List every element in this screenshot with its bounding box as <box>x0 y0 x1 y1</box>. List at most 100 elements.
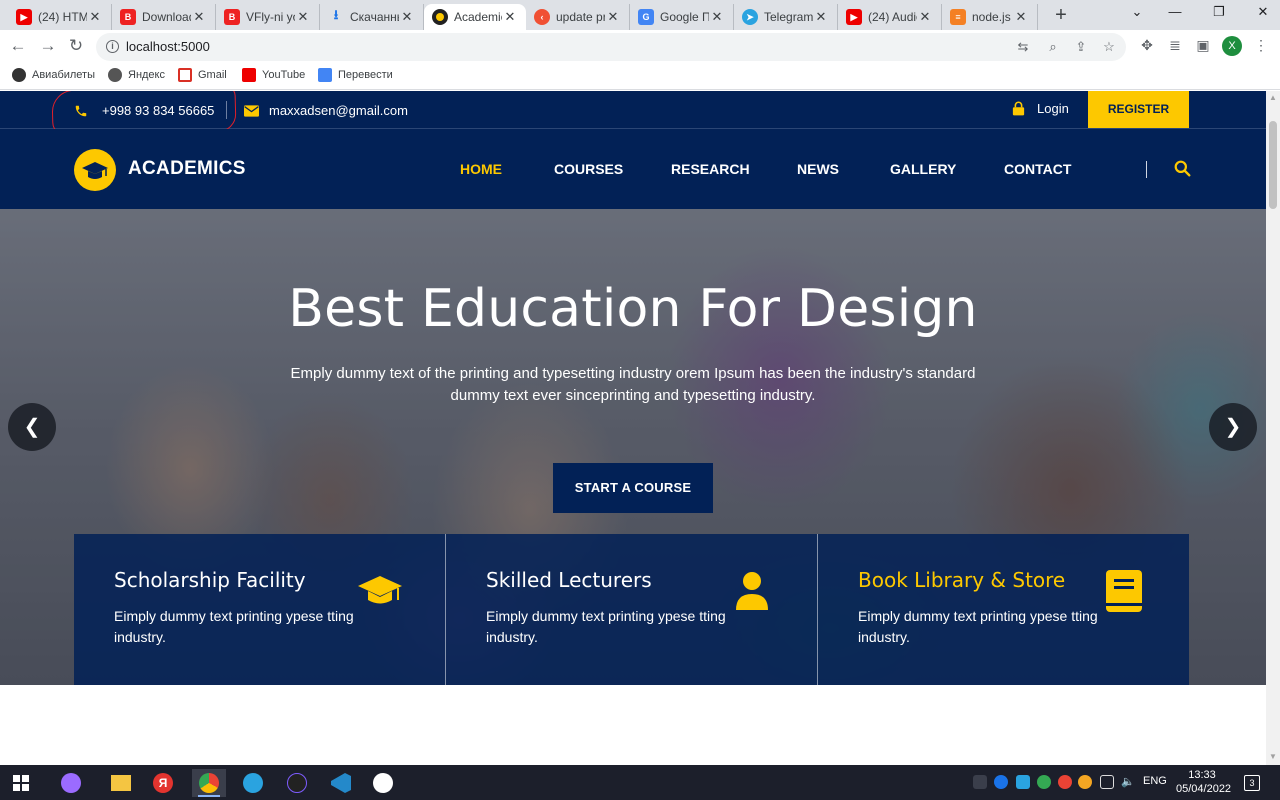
minimize-button[interactable]: — <box>1160 4 1190 24</box>
start-course-button[interactable]: START A COURSE <box>553 463 713 513</box>
clock[interactable]: 13:33 05/04/2022 <box>1176 768 1231 796</box>
browser-tab[interactable]: ⭳ Скачанные ✕ <box>320 4 424 30</box>
browser-tab[interactable]: ▶ (24) Audio ✕ <box>838 4 942 30</box>
logo-graduation-cap-icon[interactable] <box>74 149 116 191</box>
bookmark-label: Gmail <box>198 69 227 81</box>
side-panel-icon[interactable]: ▣ <box>1194 36 1212 54</box>
close-window-button[interactable]: ✕ <box>1248 4 1278 24</box>
vscode-icon[interactable] <box>324 769 358 797</box>
nav-courses[interactable]: COURSES <box>554 161 623 177</box>
browser-tab[interactable]: ≡ node.js - ✕ <box>942 4 1038 30</box>
restore-button[interactable]: ❐ <box>1204 4 1234 24</box>
bookmark-star-icon[interactable]: ☆ <box>1100 38 1118 56</box>
file-explorer-icon[interactable] <box>104 769 138 797</box>
close-icon[interactable]: ✕ <box>502 9 518 25</box>
bookmark-item[interactable]: Перевести <box>318 68 393 82</box>
forward-button[interactable]: → <box>38 36 58 56</box>
feature-text: Eimply dummy text printing ypese tting i… <box>858 608 1098 645</box>
close-icon[interactable]: ✕ <box>917 9 933 25</box>
app-icon[interactable] <box>280 769 314 797</box>
alice-assistant-icon[interactable] <box>54 769 88 797</box>
bookmark-item[interactable]: Gmail <box>178 68 227 82</box>
bookmark-item[interactable]: Яндекс <box>108 68 165 82</box>
bookmark-label: Яндекс <box>128 69 165 81</box>
tray-icon[interactable] <box>1058 775 1072 789</box>
tab-label: Academic <box>454 10 502 24</box>
close-icon[interactable]: ✕ <box>605 9 621 25</box>
site-top-bar: +998 93 834 56665 maxxadsen@gmail.com Lo… <box>0 91 1266 137</box>
page-viewport: +998 93 834 56665 maxxadsen@gmail.com Lo… <box>0 91 1266 765</box>
scrollbar-thumb[interactable] <box>1269 121 1277 209</box>
mongodb-compass-icon[interactable] <box>366 769 400 797</box>
login-link[interactable]: Login <box>1012 101 1069 116</box>
info-icon[interactable]: i <box>106 40 119 53</box>
translate-icon <box>318 68 332 82</box>
browser-tab[interactable]: B VFly-ni yo ✕ <box>216 4 320 30</box>
tray-icon[interactable] <box>1078 775 1092 789</box>
chevron-left-icon[interactable]: ❮ <box>8 403 56 451</box>
browser-tab[interactable]: ➤ Telegram ✕ <box>734 4 838 30</box>
address-bar[interactable]: i localhost:5000 ⇆ ⌕ ⇪ ☆ <box>96 33 1126 61</box>
feature-card[interactable]: Book Library & Store Eimply dummy text p… <box>818 534 1189 685</box>
translate-page-icon[interactable]: ⇆ <box>1014 38 1032 56</box>
close-icon[interactable]: ✕ <box>813 9 829 25</box>
url-text: localhost:5000 <box>126 39 210 54</box>
network-icon[interactable] <box>1100 775 1114 789</box>
menu-icon[interactable]: ⋮ <box>1252 36 1270 54</box>
search-icon[interactable] <box>1174 160 1191 177</box>
back-button[interactable]: ← <box>8 36 28 56</box>
bookmark-item[interactable]: YouTube <box>242 68 305 82</box>
tab-label: (24) Audio <box>868 10 917 24</box>
nav-home[interactable]: HOME <box>460 161 502 177</box>
tab-search-icon[interactable]: ⌄ <box>1122 4 1152 24</box>
yandex-browser-icon[interactable]: Я <box>146 769 180 797</box>
tray-icon[interactable] <box>1016 775 1030 789</box>
page-scrollbar[interactable]: ▲ ▼ <box>1266 91 1280 765</box>
tab-label: VFly-ni yo <box>246 10 295 24</box>
browser-tab[interactable]: ‹ update pr ✕ <box>526 4 630 30</box>
volume-icon[interactable]: 🔈 <box>1121 775 1135 789</box>
close-icon[interactable]: ✕ <box>191 9 207 25</box>
site-favicon-icon: ‹ <box>534 9 550 25</box>
register-button[interactable]: REGISTER <box>1088 91 1189 128</box>
tray-icon[interactable] <box>1037 775 1051 789</box>
close-icon[interactable]: ✕ <box>399 9 415 25</box>
zoom-icon[interactable]: ⌕ <box>1044 38 1062 56</box>
feature-card[interactable]: Skilled Lecturers Eimply dummy text prin… <box>446 534 818 685</box>
chrome-icon[interactable] <box>192 769 226 797</box>
new-tab-button[interactable]: + <box>1050 5 1072 27</box>
reload-button[interactable]: ↻ <box>66 36 86 56</box>
language-indicator[interactable]: ENG <box>1143 775 1167 787</box>
tray-icon[interactable] <box>973 775 987 789</box>
start-menu-icon[interactable] <box>4 769 38 797</box>
tray-icon[interactable] <box>994 775 1008 789</box>
close-icon[interactable]: ✕ <box>295 9 311 25</box>
windows-icon <box>13 775 29 791</box>
browser-tab-active[interactable]: Academic ✕ <box>424 4 526 30</box>
share-icon[interactable]: ⇪ <box>1072 38 1090 56</box>
close-icon[interactable]: ✕ <box>709 9 725 25</box>
email-contact[interactable]: maxxadsen@gmail.com <box>244 103 408 118</box>
profile-avatar[interactable]: X <box>1222 36 1242 56</box>
tab-label: Download <box>142 10 191 24</box>
nav-research[interactable]: RESEARCH <box>671 161 750 177</box>
close-icon[interactable]: ✕ <box>1013 9 1029 25</box>
feature-card[interactable]: Scholarship Facility Eimply dummy text p… <box>74 534 446 685</box>
site-logo[interactable]: ACADEMICS <box>128 158 246 180</box>
browser-tab[interactable]: B Download ✕ <box>112 4 216 30</box>
media-control-icon[interactable]: ≣ <box>1166 36 1184 54</box>
bookmark-item[interactable]: Авиабилеты <box>12 68 95 82</box>
extensions-icon[interactable]: ✥ <box>1138 36 1156 54</box>
notification-icon[interactable]: 3 <box>1244 775 1260 791</box>
scroll-up-icon[interactable]: ▲ <box>1269 94 1277 102</box>
chevron-right-icon[interactable]: ❯ <box>1209 403 1257 451</box>
browser-tab[interactable]: G Google П ✕ <box>630 4 734 30</box>
nav-gallery[interactable]: GALLERY <box>890 161 956 177</box>
browser-tab[interactable]: ▶ (24) HTML ✕ <box>8 4 112 30</box>
close-icon[interactable]: ✕ <box>87 9 103 25</box>
telegram-icon[interactable] <box>236 769 270 797</box>
envelope-icon <box>244 104 259 117</box>
scroll-down-icon[interactable]: ▼ <box>1269 753 1277 761</box>
nav-news[interactable]: NEWS <box>797 161 839 177</box>
nav-contact[interactable]: CONTACT <box>1004 161 1071 177</box>
